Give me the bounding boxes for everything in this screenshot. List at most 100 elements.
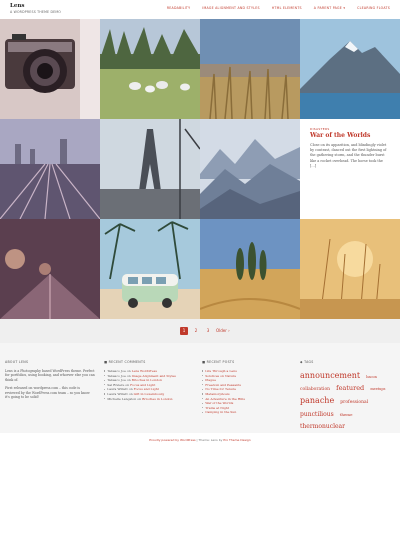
recent-comments-list: Tabasco Joe on Lens WordPress Tabasco Jo…: [104, 369, 194, 401]
post-thumbnail-eiffel[interactable]: [100, 119, 200, 219]
site-title[interactable]: Lens: [10, 3, 24, 9]
about-paragraph: First released on wordpress.com – this c…: [5, 386, 90, 400]
comment-post-link[interactable]: Focus and Light: [130, 383, 155, 387]
theme-author-link[interactable]: Pro Theme Design: [223, 438, 250, 442]
list-item[interactable]: Camping in the Sun: [202, 410, 292, 415]
older-posts-link[interactable]: Older ›: [216, 327, 230, 335]
wordpress-credit-link[interactable]: Proudly powered by WordPress: [149, 438, 195, 442]
tag-link[interactable]: announcement: [300, 371, 360, 380]
post-thumbnail-city-rails[interactable]: [0, 119, 100, 219]
footer-widgets: About Lens Lens is a Photography based W…: [0, 343, 400, 433]
tag-icon: ◆: [300, 360, 303, 364]
featured-post-card[interactable]: Disasters War of the Worlds Close on its…: [300, 119, 400, 219]
mountain-lake-image: [300, 19, 400, 119]
bullet-icon: [104, 375, 106, 377]
sunset-grass-image: [300, 219, 400, 319]
nav-item-clearing-floats[interactable]: Clearing Floats: [357, 6, 390, 10]
bullet-icon: [202, 407, 204, 409]
eiffel-tower-image: [100, 119, 200, 219]
comment-icon: ■: [104, 360, 108, 364]
city-rails-image: [0, 119, 100, 219]
nav-item-parent-page-label: A Parent Page: [313, 6, 343, 10]
nav-item-parent-page[interactable]: A Parent Page ▾: [314, 6, 345, 10]
recent-post-link[interactable]: Solstices on Nature: [205, 374, 236, 378]
tags-title-text: Tags: [304, 360, 314, 364]
tag-link[interactable]: professional: [340, 400, 368, 405]
comment-post-link[interactable]: Gift in Luxembourg: [134, 392, 165, 396]
bullet-icon: [202, 388, 204, 390]
bullet-icon: [202, 370, 204, 372]
post-excerpt: Close on its apparition, and blindingly …: [310, 143, 387, 168]
recent-comments-widget: ■ Recent Comments Tabasco Joe on Lens Wo…: [104, 360, 194, 401]
bullet-icon: [202, 393, 204, 395]
post-thumbnail-sunset-grass[interactable]: [300, 219, 400, 319]
nav-item-image-alignment[interactable]: Image Alignment and Styles: [202, 6, 259, 10]
post-thumbnail-sheep[interactable]: [100, 19, 200, 119]
grass-sky-image: [200, 19, 300, 119]
sheep-meadow-image: [100, 19, 200, 119]
post-thumbnail-night-road[interactable]: [0, 219, 100, 319]
post-title[interactable]: War of the Worlds: [310, 132, 390, 139]
comment-author: Tabasco Joe: [107, 378, 126, 383]
comment-post-link[interactable]: Image Alignment and Styles: [132, 374, 176, 378]
bullet-icon: [104, 379, 106, 381]
page-2-link[interactable]: 2: [192, 327, 200, 335]
recent-post-link[interactable]: Camping in the Sun: [205, 410, 236, 414]
bullet-icon: [202, 411, 204, 413]
post-thumbnail-cypress[interactable]: [200, 219, 300, 319]
tag-link[interactable]: thermonuclear: [300, 423, 345, 430]
tag-link[interactable]: theme: [340, 412, 353, 417]
tag-link[interactable]: meetups: [370, 387, 385, 391]
widget-title-recent-comments: ■ Recent Comments: [104, 360, 194, 364]
nav-item-html-elements[interactable]: HTML Elements: [272, 6, 302, 10]
widget-title-recent-posts: ■ Recent Posts: [202, 360, 292, 364]
bullet-icon: [104, 370, 106, 372]
tag-link[interactable]: punctilious: [300, 411, 334, 418]
widget-title-about: About Lens: [5, 360, 29, 364]
post-category[interactable]: Disasters: [310, 127, 390, 131]
nav-item-readability[interactable]: Readability: [167, 6, 190, 10]
comment-post-link[interactable]: Focus and Light: [134, 387, 159, 391]
tag-cloud: announcement bacon collaboration feature…: [300, 369, 392, 431]
post-grid: Disasters War of the Worlds Close on its…: [0, 19, 400, 319]
recent-post-link[interactable]: Plague: [205, 378, 216, 382]
post-thumbnail-grass[interactable]: [200, 19, 300, 119]
tag-link[interactable]: panache: [300, 396, 334, 405]
comment-post-link[interactable]: Brioches in London: [142, 397, 172, 401]
site-credits: Proudly powered by WordPress | Theme: Le…: [0, 438, 400, 442]
comment-author: Laura Willett: [107, 387, 128, 392]
recent-post-link[interactable]: An Adventure in the Hills: [205, 397, 245, 401]
about-text: Lens is a Photography based WordPress th…: [5, 369, 95, 399]
cypress-field-image: [200, 219, 300, 319]
recent-post-link[interactable]: Trains at Night: [205, 406, 229, 410]
about-widget: About Lens Lens is a Photography based W…: [5, 360, 95, 403]
chevron-down-icon: ▾: [343, 6, 346, 10]
recent-post-link[interactable]: Life Through a Lens: [205, 369, 237, 373]
post-thumbnail-mountains-haze[interactable]: [200, 119, 300, 219]
recent-post-link[interactable]: No Time for Tenure: [205, 387, 236, 391]
comment-post-link[interactable]: Lens WordPress: [132, 369, 157, 373]
page-1-current: 1: [180, 327, 188, 335]
bullet-icon: [104, 393, 106, 395]
recent-post-link[interactable]: Freedom and Peasants: [205, 383, 241, 387]
widget-title-tags: ◆ Tags: [300, 360, 392, 364]
tag-link[interactable]: bacon: [366, 375, 377, 379]
comment-post-link[interactable]: Brioches in London: [132, 378, 162, 382]
recent-post-link[interactable]: War of the Worlds: [205, 401, 233, 405]
tag-link[interactable]: collaboration: [300, 387, 330, 392]
camper-van-image: [100, 219, 200, 319]
post-thumbnail-van[interactable]: [100, 219, 200, 319]
post-thumbnail-mountain[interactable]: [300, 19, 400, 119]
page-3-link[interactable]: 3: [204, 327, 212, 335]
bullet-icon: [104, 384, 106, 386]
pagination-bar: 1 2 3 Older ›: [0, 319, 400, 343]
tag-link[interactable]: featured: [336, 384, 364, 392]
about-paragraph: Lens is a Photography based WordPress th…: [5, 369, 95, 382]
post-thumbnail-camera[interactable]: [0, 19, 100, 119]
site-description: A WordPress Theme Demo: [10, 10, 61, 14]
camera-image: [0, 19, 100, 119]
site-header: Lens A WordPress Theme Demo Readability …: [0, 0, 400, 18]
recent-post-link[interactable]: Metamorphosis: [205, 392, 229, 396]
recent-posts-widget: ■ Recent Posts Life Through a Lens Solst…: [202, 360, 292, 415]
bullet-icon: [202, 402, 204, 404]
